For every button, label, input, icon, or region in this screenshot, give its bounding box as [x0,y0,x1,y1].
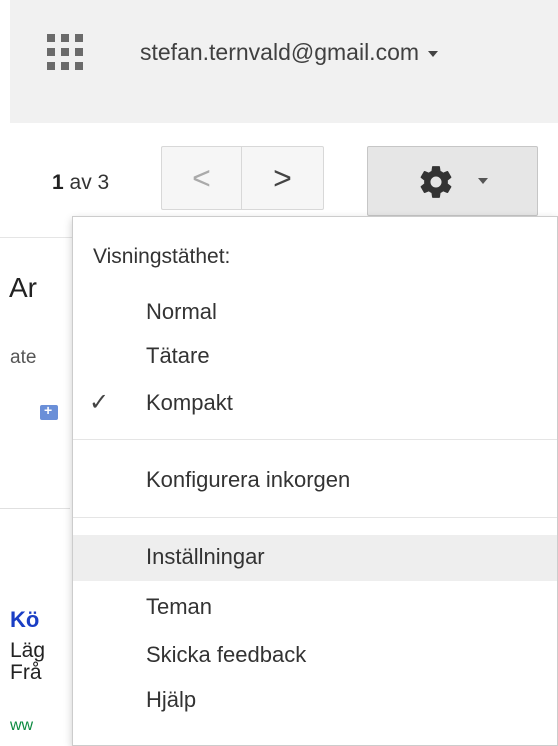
pagination-count: 1 av 3 [52,171,109,195]
page-current: 1 [52,171,64,194]
menu-item-label: Inställningar [146,544,265,569]
ad-line1-fragment: Läg [10,639,46,662]
menu-item-label: Normal [146,299,217,324]
settings-button[interactable] [367,146,538,216]
configure-inbox-item[interactable]: Konfigurera inkorgen [73,461,557,499]
menu-item-label: Skicka feedback [146,642,307,667]
top-bar: stefan.ternvald@gmail.com [10,0,558,123]
menu-item-label: Konfigurera inkorgen [146,467,351,492]
help-item[interactable]: Hjälp [73,681,557,719]
density-heading: Visningstäthet: [93,245,231,268]
ad-title-fragment[interactable]: Kö [10,607,39,633]
chevron-right-icon: > [273,160,292,196]
menu-item-label: Kompakt [146,390,233,415]
chat-add-icon[interactable] [40,402,58,420]
account-email: stefan.ternvald@gmail.com [140,39,420,65]
content-divider [0,508,70,509]
chevron-down-icon [428,50,439,57]
gear-icon [420,166,452,198]
ad-line2-fragment: Frå [10,661,42,684]
account-switcher[interactable]: stefan.ternvald@gmail.com [140,39,439,66]
density-normal[interactable]: Normal [73,293,557,331]
menu-divider [73,439,557,440]
menu-item-label: Hjälp [146,687,197,712]
menu-item-label: Teman [146,594,213,619]
apps-grid-icon[interactable] [47,34,87,74]
menu-item-label: Tätare [146,343,210,368]
page-total: av 3 [63,171,110,194]
density-kompakt[interactable]: ✓ Kompakt [73,384,557,422]
chevron-left-icon: < [192,160,211,196]
ad-url-fragment: ww [10,717,34,734]
density-tatare[interactable]: Tätare [73,337,557,375]
email-sender-fragment: ate [10,347,37,368]
send-feedback-item[interactable]: Skicka feedback [73,636,557,674]
settings-item[interactable]: Inställningar [73,535,557,581]
themes-item[interactable]: Teman [73,588,557,626]
next-button[interactable]: > [241,146,324,210]
chevron-down-icon [478,178,488,184]
pagination-nav: < > [161,146,324,212]
checkmark-icon: ✓ [89,389,110,416]
settings-menu: Visningstäthet: Normal Tätare ✓ Kompakt … [72,216,558,746]
menu-divider [73,517,557,518]
email-title-fragment: Ar [9,272,37,303]
previous-button[interactable]: < [161,146,241,210]
